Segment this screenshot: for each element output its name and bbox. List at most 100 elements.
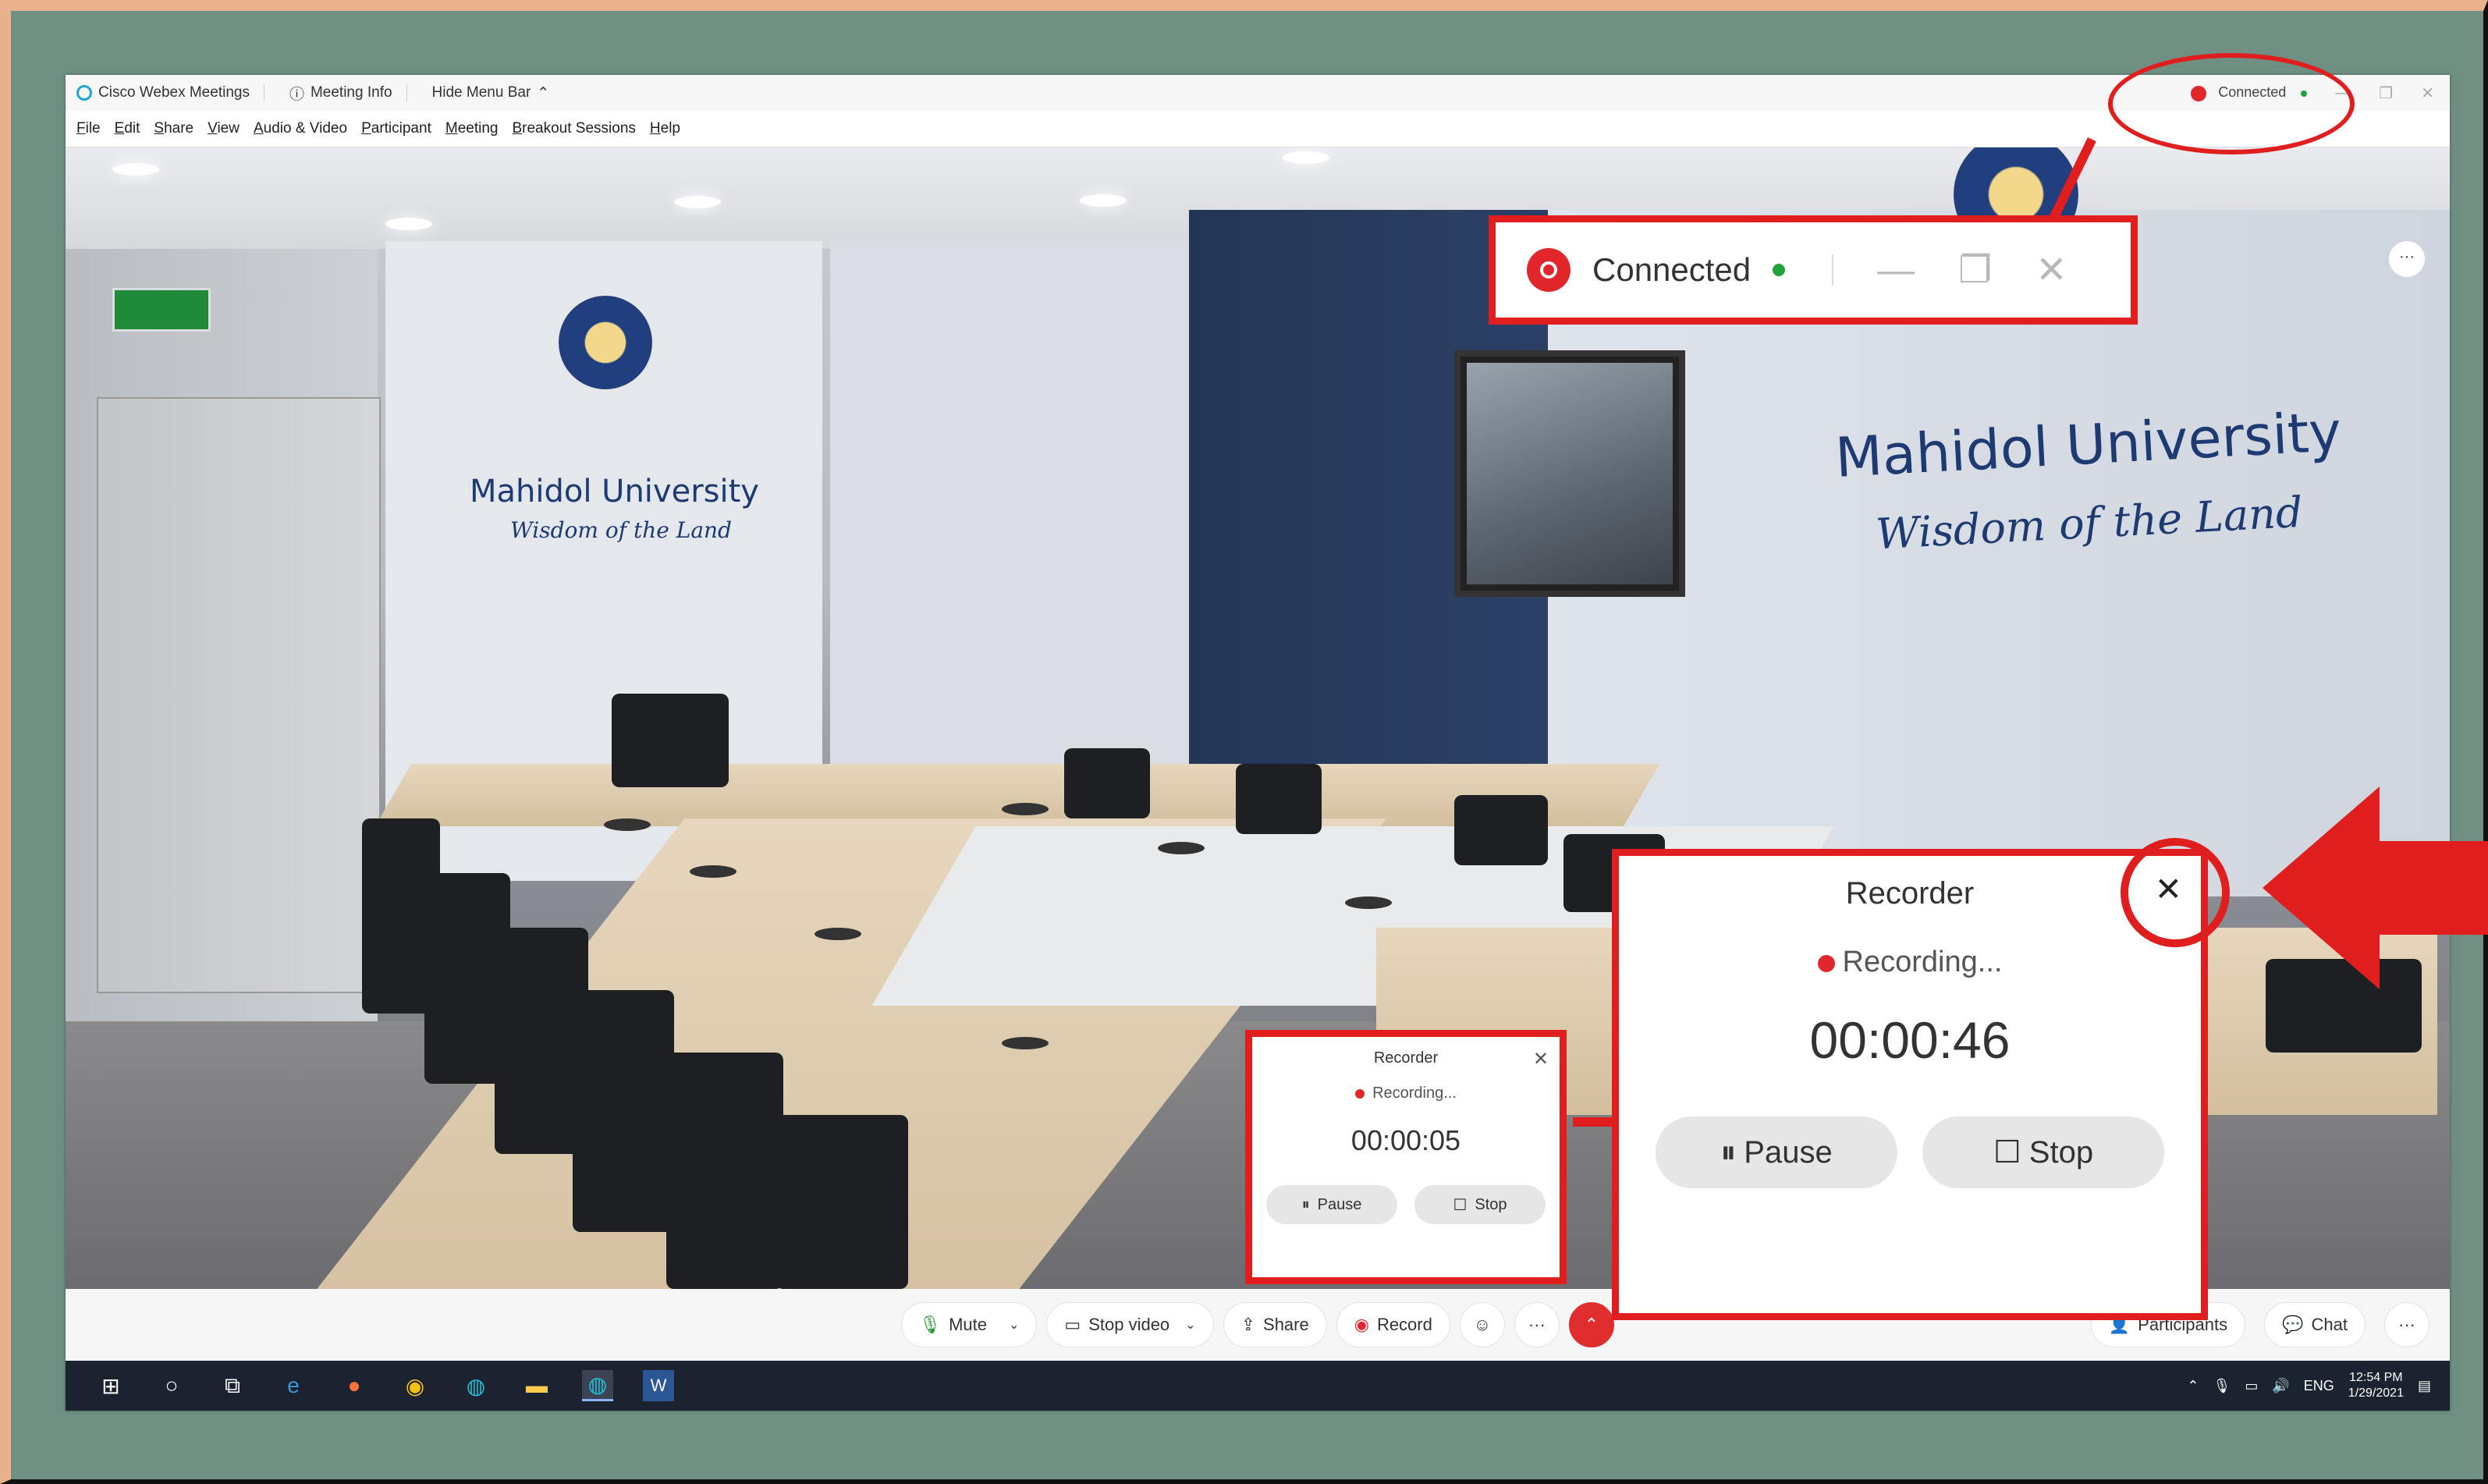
taskbar-clock[interactable]: 12:54 PM 1/29/2021 <box>2348 1370 2404 1401</box>
chevron-down-icon[interactable]: ⌄ <box>1185 1317 1195 1333</box>
pause-button[interactable]: ⏸ Pause <box>1656 1117 1897 1188</box>
stop-icon: ☐ <box>1453 1196 1468 1214</box>
menu-help[interactable]: Help <box>650 120 680 137</box>
recording-status-label: Recording... <box>1842 946 2003 978</box>
recording-dot-icon <box>1817 954 1835 972</box>
webex-logo-icon <box>76 85 92 101</box>
microphone <box>604 818 651 831</box>
menu-file[interactable]: File <box>76 120 101 137</box>
more-button[interactable]: ··· <box>1514 1302 1560 1347</box>
restore-icon[interactable]: ❐ <box>2379 83 2393 103</box>
stop-video-label: Stop video <box>1088 1315 1170 1334</box>
recording-status: Recording... <box>1252 1085 1560 1102</box>
university-seal-icon <box>559 296 652 389</box>
chair <box>612 694 729 787</box>
leave-meeting-button[interactable]: ⌃ <box>1568 1302 1614 1347</box>
pause-button[interactable]: ⏸ Pause <box>1266 1185 1397 1224</box>
clock-date: 1/29/2021 <box>2348 1386 2404 1400</box>
ceiling-light <box>1283 151 1329 164</box>
microphone <box>815 928 861 940</box>
annotation-ellipse <box>2108 53 2355 154</box>
close-icon[interactable]: ✕ <box>2421 83 2434 103</box>
pause-label: Pause <box>1744 1134 1833 1170</box>
wall-title-left: Mahidol University <box>470 474 759 509</box>
more-options-icon[interactable]: ··· <box>2389 241 2425 277</box>
minimize-icon: — <box>1877 249 1915 291</box>
webex-app-icon[interactable]: ◍ <box>460 1370 492 1401</box>
app-title: Cisco Webex Meetings <box>98 84 250 101</box>
share-button[interactable]: ⇪ Share <box>1223 1302 1327 1347</box>
network-icon[interactable]: ▭ <box>2245 1378 2258 1394</box>
clock-time: 12:54 PM <box>2349 1371 2403 1384</box>
file-explorer-icon[interactable]: ▬ <box>521 1370 552 1401</box>
close-icon: ✕ <box>2035 250 2067 291</box>
recording-timer: 00:00:05 <box>1350 1124 1461 1156</box>
hide-menu-bar-button[interactable]: Hide Menu Bar ⌃ <box>432 84 550 102</box>
system-tray: ⌃ 🎙 ▭ 🔊 ENG 12:54 PM 1/29/2021 ▤ <box>2187 1361 2431 1411</box>
ellipsis-icon: ··· <box>2398 1315 2415 1334</box>
tray-chevron-up-icon[interactable]: ⌃ <box>2187 1378 2199 1394</box>
microphone <box>1158 842 1205 854</box>
notification-icon[interactable]: ▤ <box>2418 1378 2431 1394</box>
record-icon: ◉ <box>1354 1315 1369 1334</box>
annotation-circle <box>2121 838 2230 947</box>
search-icon[interactable]: ○ <box>156 1370 187 1401</box>
menu-breakout-sessions[interactable]: Breakout Sessions <box>512 120 635 137</box>
chrome-icon[interactable]: ◉ <box>399 1370 431 1401</box>
recording-timer: 00:00:46 <box>1809 1011 2011 1069</box>
close-icon[interactable]: ✕ <box>1533 1048 1549 1070</box>
stop-button[interactable]: ☐ Stop <box>1922 1117 2164 1188</box>
task-view-icon[interactable]: ⧉ <box>217 1370 248 1401</box>
recording-dot-icon <box>1355 1088 1365 1099</box>
more-panels-button[interactable]: ··· <box>2384 1302 2429 1347</box>
microphone <box>1002 803 1049 815</box>
ceiling-light <box>385 218 432 230</box>
record-status-icon <box>1527 248 1571 292</box>
stop-button[interactable]: ☐ Stop <box>1414 1185 1546 1224</box>
chevron-down-icon[interactable]: ⌄ <box>1009 1317 1019 1333</box>
menu-meeting[interactable]: Meeting <box>445 120 499 137</box>
menu-participant[interactable]: Participant <box>361 120 431 137</box>
pause-label: Pause <box>1317 1195 1362 1213</box>
menu-view[interactable]: View <box>208 120 240 137</box>
record-button[interactable]: ◉ Record <box>1336 1302 1450 1347</box>
webex-meetings-taskbar-icon[interactable]: ◍ <box>582 1370 613 1401</box>
meeting-info-button[interactable]: ⓘ Meeting Info <box>289 83 392 104</box>
restore-icon: ❐ <box>1958 250 1993 291</box>
stop-label: Stop <box>2028 1134 2094 1170</box>
chevron-up-icon: ⌃ <box>1584 1315 1599 1334</box>
hide-menu-bar-label: Hide Menu Bar <box>431 84 531 101</box>
ceiling-light <box>112 163 159 176</box>
mute-button[interactable]: 🎙 Mute ⌄ <box>901 1302 1038 1347</box>
callout-separator <box>1832 254 1834 286</box>
reactions-button[interactable]: ☺ <box>1459 1302 1505 1347</box>
wall-subtitle-left: Wisdom of the Land <box>510 517 732 543</box>
volume-icon[interactable]: 🔊 <box>2272 1378 2289 1394</box>
stop-icon: ☐ <box>1993 1135 2021 1170</box>
recording-status-label: Recording... <box>1372 1085 1457 1102</box>
connected-dot-icon <box>1773 264 1786 276</box>
stop-label: Stop <box>1475 1195 1507 1213</box>
input-language[interactable]: ENG <box>2304 1378 2334 1394</box>
menu-edit[interactable]: Edit <box>115 120 140 137</box>
chair <box>666 1053 783 1289</box>
connected-callout-label: Connected <box>1592 251 1752 288</box>
connected-callout: Connected — ❐ ✕ <box>1489 215 2138 325</box>
windows-taskbar: ⊞ ○ ⧉ e ● ◉ ◍ ▬ ◍ W ⌃ 🎙 ▭ 🔊 ENG 12:54 PM… <box>66 1361 2450 1411</box>
word-icon[interactable]: W <box>643 1370 674 1401</box>
edge-icon[interactable]: e <box>278 1370 309 1401</box>
stop-video-button[interactable]: ▭ Stop video ⌄ <box>1046 1302 1214 1347</box>
share-icon: ⇪ <box>1240 1315 1256 1334</box>
chevron-up-icon: ⌃ <box>537 84 550 101</box>
chair <box>1454 795 1548 865</box>
menu-share[interactable]: Share <box>154 120 193 137</box>
title-separator <box>406 84 407 101</box>
wall-tv <box>1454 350 1685 597</box>
menu-audio-video[interactable]: Audio & Video <box>254 120 347 137</box>
chat-button[interactable]: 💬 Chat <box>2264 1302 2366 1347</box>
microphone-icon: 🎙 <box>919 1315 942 1334</box>
firefox-icon[interactable]: ● <box>339 1370 370 1401</box>
windows-start-icon[interactable]: ⊞ <box>95 1370 126 1401</box>
chat-icon: 💬 <box>2282 1315 2304 1334</box>
ceiling-light <box>674 196 721 208</box>
